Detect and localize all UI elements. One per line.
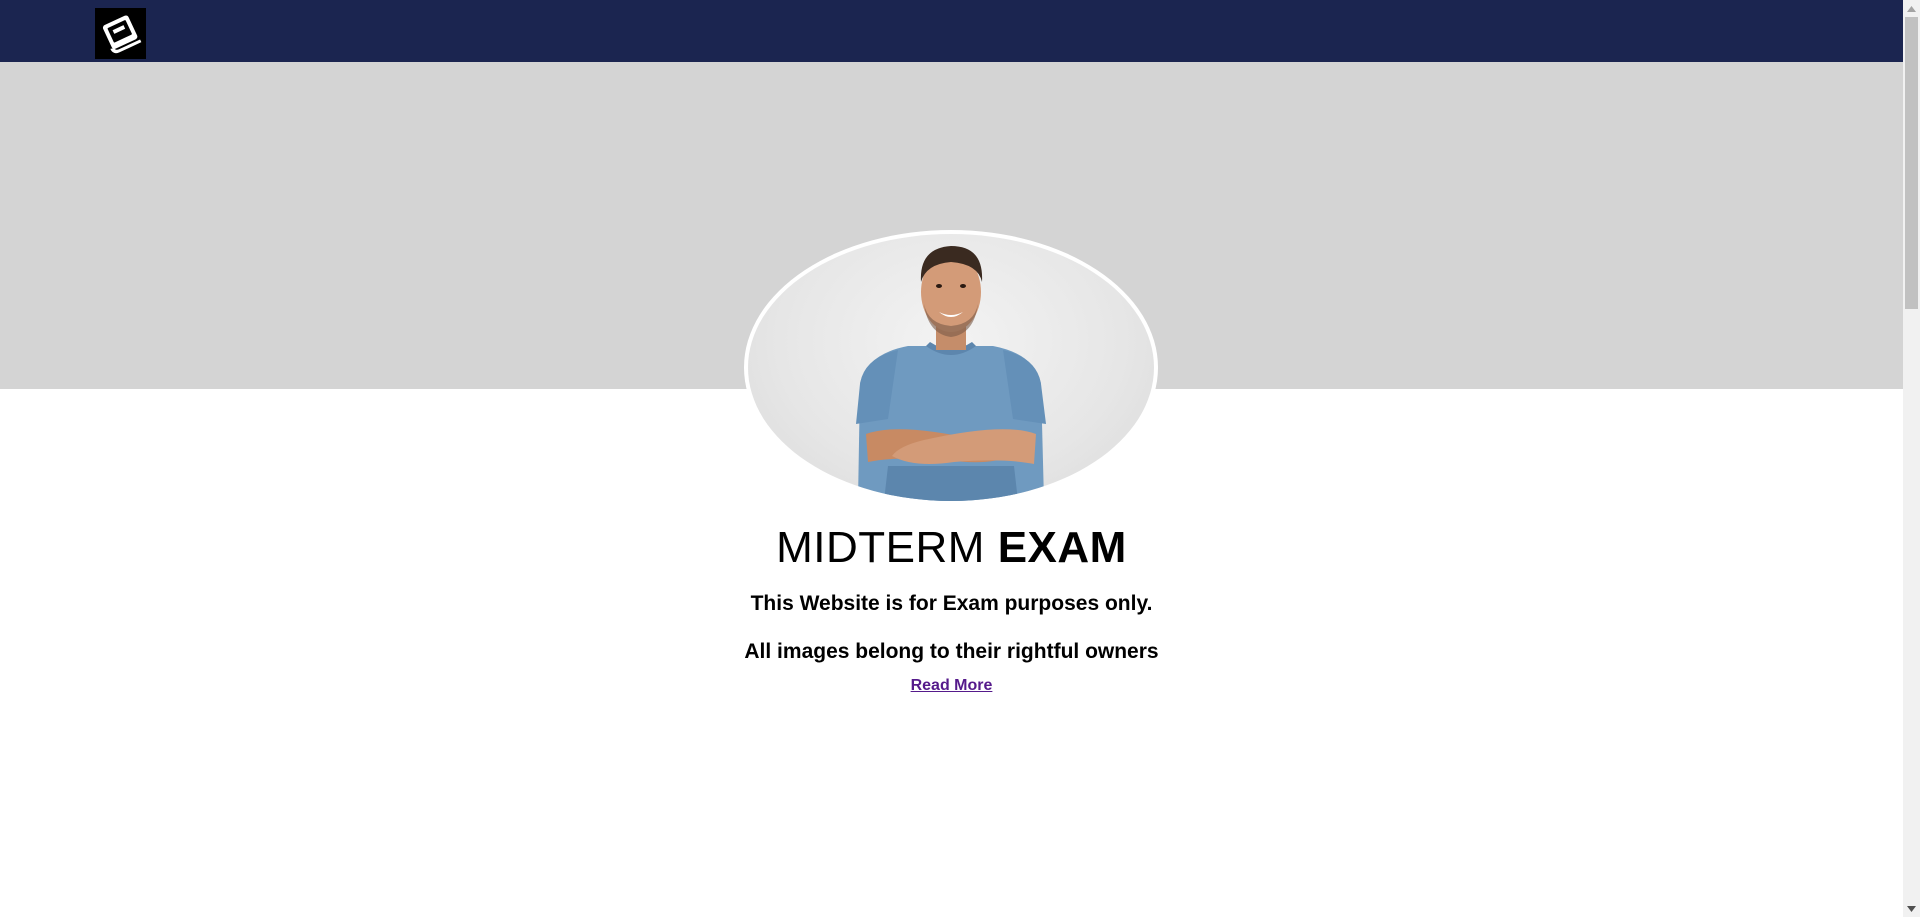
scroll-down-arrow-icon[interactable] <box>1903 900 1920 917</box>
site-logo[interactable] <box>95 8 146 59</box>
read-more-link[interactable]: Read More <box>911 676 993 696</box>
title-regular: MIDTERM <box>776 523 985 572</box>
subtitle-exam-purpose: This Website is for Exam purposes only. <box>750 592 1153 615</box>
subtitle-image-credits: All images belong to their rightful owne… <box>744 640 1159 663</box>
top-navbar <box>0 0 1903 62</box>
scrollbar-thumb[interactable] <box>1905 17 1918 309</box>
title-bold: EXAM <box>997 523 1127 572</box>
profile-photo-frame <box>744 230 1158 505</box>
main-content: MIDTERM EXAM This Website is for Exam pu… <box>0 520 1903 696</box>
profile-photo <box>748 234 1154 501</box>
page-title: MIDTERM EXAM <box>0 520 1903 576</box>
person-photo-icon <box>856 246 1046 501</box>
book-icon <box>102 14 141 53</box>
vertical-scrollbar[interactable] <box>1903 0 1920 917</box>
page: MIDTERM EXAM This Website is for Exam pu… <box>0 0 1903 917</box>
scroll-up-arrow-icon[interactable] <box>1903 0 1920 17</box>
